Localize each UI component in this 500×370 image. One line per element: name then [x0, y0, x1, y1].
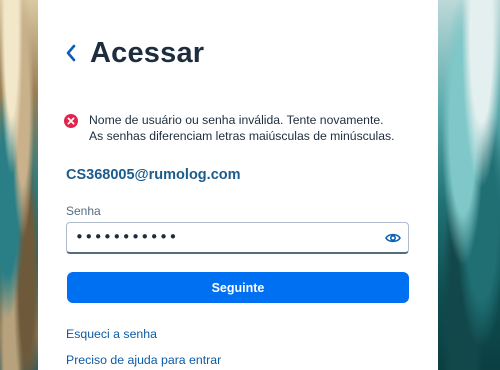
help-signin-link[interactable]: Preciso de ajuda para entrar: [66, 353, 221, 367]
background-landscape-right: [438, 0, 500, 370]
forgot-password-link[interactable]: Esqueci a senha: [66, 327, 157, 341]
password-field[interactable]: •••••••••••: [66, 222, 409, 254]
eye-icon: [385, 233, 401, 242]
error-circle-icon: [64, 114, 78, 128]
back-button[interactable]: [60, 36, 82, 70]
header: Acessar: [60, 36, 204, 70]
login-card: Acessar Nome de usuário ou senha inválid…: [38, 0, 438, 370]
chevron-left-icon: [66, 44, 76, 62]
submit-button[interactable]: Seguinte: [67, 272, 409, 303]
error-line-2: As senhas diferenciam letras maiúsculas …: [89, 129, 395, 143]
page-title: Acessar: [90, 36, 205, 69]
error-text: Nome de usuário ou senha inválida. Tente…: [89, 112, 395, 144]
password-value[interactable]: •••••••••••: [75, 230, 378, 245]
error-message: Nome de usuário ou senha inválida. Tente…: [64, 112, 414, 144]
user-email: CS368005@rumolog.com: [66, 167, 241, 183]
background-landscape-left: [0, 0, 38, 370]
error-line-1: Nome de usuário ou senha inválida. Tente…: [89, 113, 384, 127]
login-screen: Acessar Nome de usuário ou senha inválid…: [0, 0, 500, 370]
password-label: Senha: [66, 204, 101, 218]
show-password-button[interactable]: [378, 223, 408, 253]
